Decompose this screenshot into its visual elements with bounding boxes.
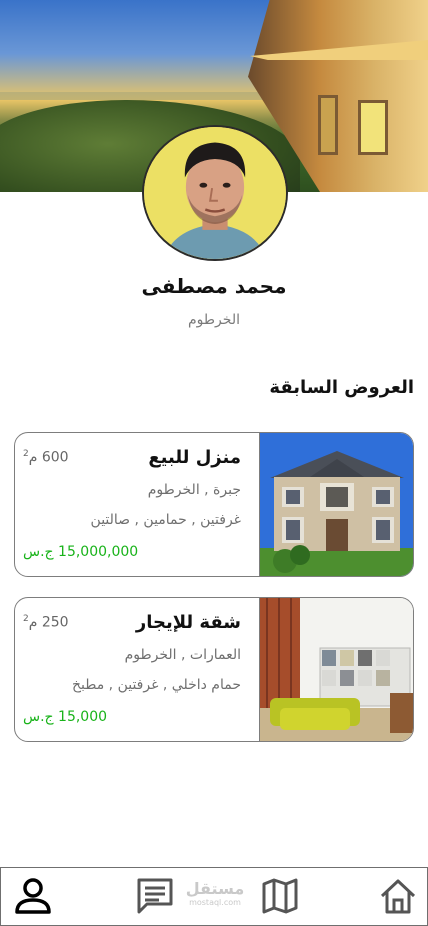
- profile-icon: [15, 878, 51, 914]
- cover-window: [358, 100, 388, 155]
- nav-home-button[interactable]: [378, 876, 418, 916]
- offer-title: منزل للبيع: [148, 447, 241, 468]
- cover-window: [318, 95, 338, 155]
- watermark: مستقل mostaql.com: [184, 880, 246, 908]
- profile-name: محمد مصطفى: [141, 274, 287, 298]
- nav-map-button[interactable]: [260, 876, 300, 916]
- offer-title: شقة للإيجار: [135, 612, 241, 633]
- offer-area: 250 م2: [23, 614, 69, 631]
- offer-location: جبرة , الخرطوم: [147, 482, 241, 498]
- avatar-portrait: [144, 127, 286, 259]
- offer-area: 600 م2: [23, 449, 69, 466]
- apartment-photo: [260, 598, 413, 741]
- offer-rooms: غرفتين , حمامين , صالتين: [90, 512, 241, 528]
- cover-sea: [0, 92, 300, 100]
- bottom-navigation: مستقل mostaql.com: [0, 867, 428, 926]
- offer-location: العمارات , الخرطوم: [124, 647, 241, 663]
- offer-card[interactable]: منزل للبيع 600 م2 جبرة , الخرطوم غرفتين …: [14, 432, 414, 577]
- watermark-subtext: mostaql.com: [189, 898, 241, 907]
- profile-location: الخرطوم: [188, 312, 240, 328]
- house-photo: [260, 433, 413, 576]
- offer-photo: [259, 598, 413, 741]
- section-title-previous-offers: العروض السابقة: [269, 377, 414, 398]
- offer-card[interactable]: شقة للإيجار 250 م2 العمارات , الخرطوم حم…: [14, 597, 414, 742]
- avatar[interactable]: [142, 125, 288, 261]
- map-icon: [262, 878, 298, 914]
- offer-price: 15,000,000 ج.س: [23, 544, 139, 560]
- chat-icon: [137, 878, 173, 914]
- home-icon: [380, 879, 416, 914]
- watermark-text: مستقل: [185, 879, 245, 898]
- offer-photo: [259, 433, 413, 576]
- nav-chat-button[interactable]: [135, 876, 175, 916]
- offer-rooms: حمام داخلي , غرفتين , مطبخ: [71, 677, 241, 693]
- offer-price: 15,000 ج.س: [23, 709, 108, 725]
- offer-area-value: 600 م: [28, 449, 69, 466]
- nav-profile-button[interactable]: [13, 876, 53, 916]
- offer-area-value: 250 م: [28, 614, 69, 631]
